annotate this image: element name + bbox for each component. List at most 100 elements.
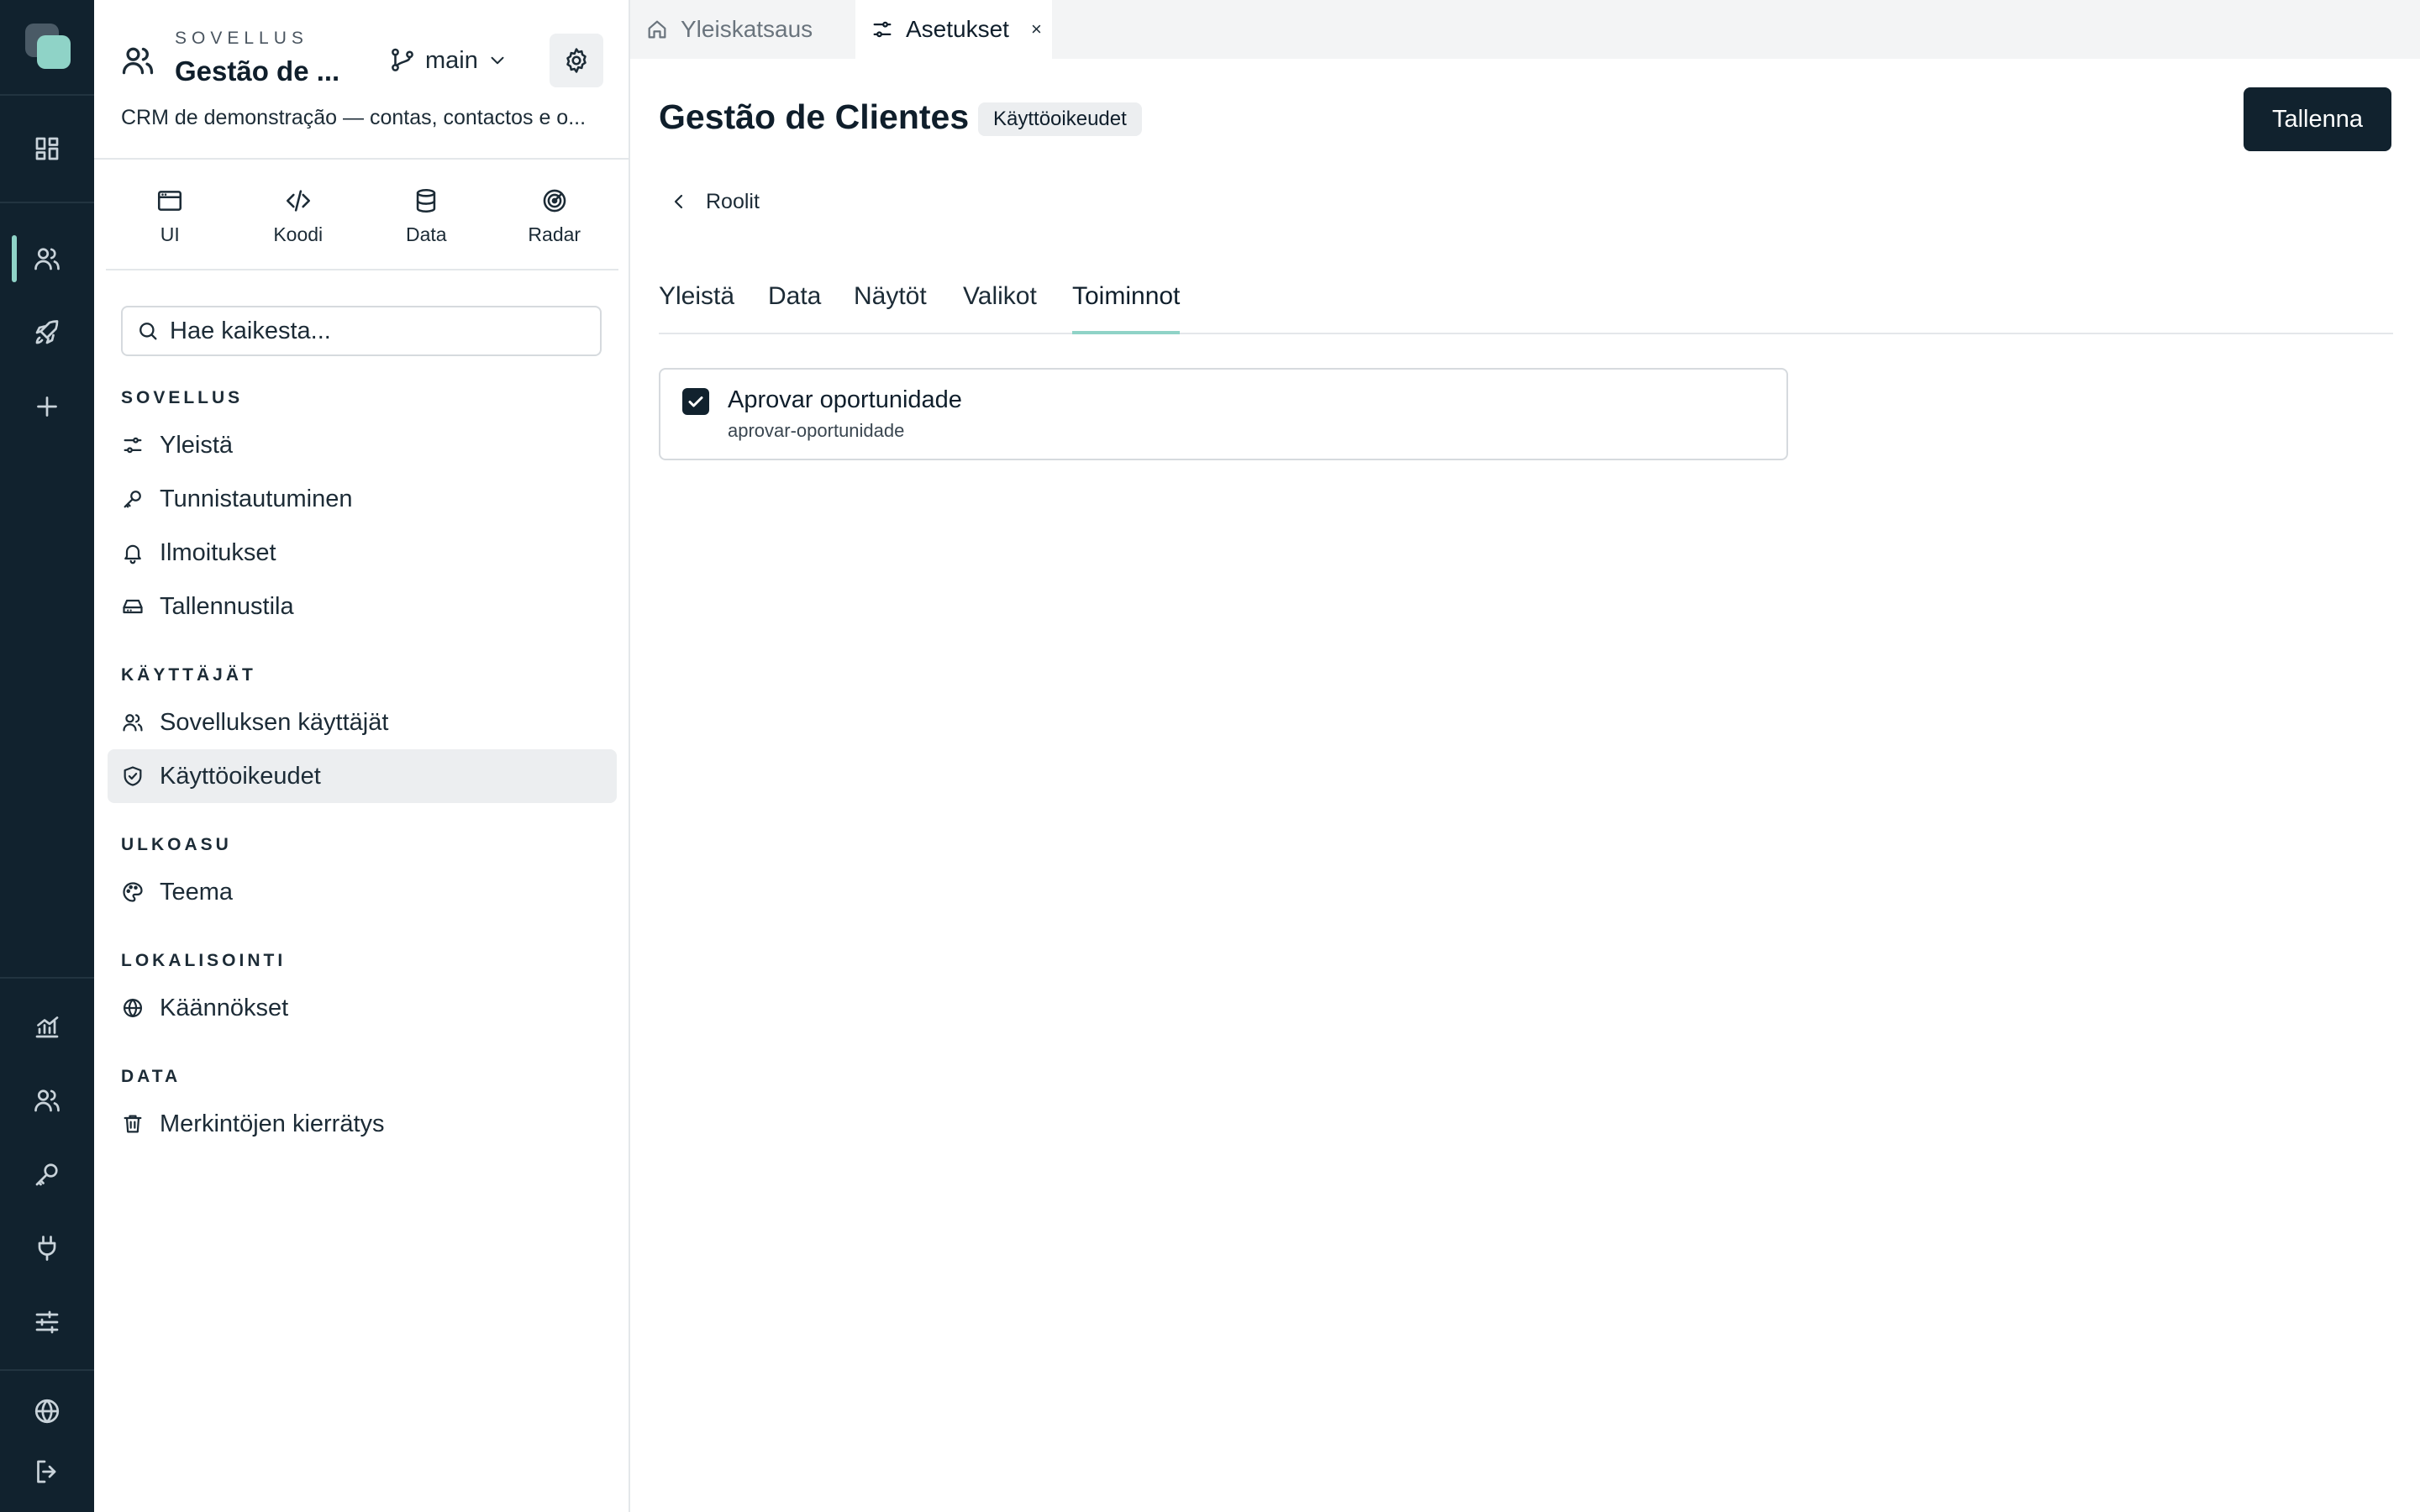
trash-icon [124, 1115, 142, 1133]
sidebar-item-general[interactable]: Yleistä [108, 418, 617, 472]
main-content: Yleiskatsaus Asetukset × Gestão de Clien… [630, 0, 2420, 1512]
shield-check-icon [124, 766, 142, 786]
plus-icon[interactable] [29, 388, 66, 425]
save-button[interactable]: Tallenna [2244, 87, 2391, 151]
section-title-app: SOVELLUS [121, 388, 244, 407]
app-logo[interactable] [24, 22, 71, 69]
back-link[interactable]: Roolit [669, 185, 760, 218]
tab-screens[interactable]: Näytöt [854, 282, 927, 334]
mode-ui[interactable]: UI [106, 163, 234, 269]
radar-icon [543, 189, 566, 212]
role-subtabs: Yleistä Data Näytöt Valikot Toiminnot [659, 277, 2393, 334]
tab-label: Yleiskatsaus [681, 16, 813, 42]
section-title-data: DATA [121, 1067, 182, 1086]
sidebar-item-label: Käännökset [160, 994, 289, 1021]
plug-icon[interactable] [29, 1230, 66, 1267]
git-branch-icon [392, 48, 413, 71]
dashboard-icon[interactable] [29, 130, 66, 167]
permission-title: Aprovar oportunidade [728, 386, 962, 413]
mode-label: UI [160, 223, 180, 245]
search-icon [139, 323, 157, 340]
rail-active-indicator [12, 235, 17, 282]
sidebar-item-recycle-bin[interactable]: Merkintöjen kierrätys [108, 1097, 617, 1151]
globe-icon[interactable] [29, 1393, 66, 1430]
settings-sliders-icon[interactable] [29, 1304, 66, 1341]
section-title-localization: LOKALISOINTI [121, 951, 287, 970]
gear-icon [566, 48, 587, 73]
users-icon [123, 714, 143, 732]
app-header: SOVELLUS Gestão de ... main CRM de demon… [94, 0, 629, 160]
mode-data[interactable]: Data [362, 163, 491, 269]
section-title-users: KÄYTTÄJÄT [121, 665, 256, 685]
sidebar-item-authentication[interactable]: Tunnistautuminen [108, 472, 617, 526]
users-icon [119, 42, 156, 79]
bell-icon [124, 544, 141, 564]
analytics-icon[interactable] [29, 1008, 66, 1045]
tab-data[interactable]: Data [768, 282, 821, 334]
sidebar-item-permissions[interactable]: Käyttöoikeudet [108, 749, 617, 803]
section-title-appearance: ULKOASU [121, 835, 232, 854]
sliders-icon [124, 437, 142, 454]
sidebar-item-app-users[interactable]: Sovelluksen käyttäjät [108, 696, 617, 749]
code-icon [286, 189, 310, 212]
rail-divider [0, 1369, 94, 1371]
logo-square-front [37, 35, 71, 69]
mode-code[interactable]: Koodi [234, 163, 363, 269]
sidebar-item-label: Käyttöoikeudet [160, 762, 321, 790]
icon-rail [0, 0, 94, 1512]
hard-drive-icon [123, 599, 143, 614]
permission-row[interactable]: Aprovar oportunidade aprovar-oportunidad… [659, 368, 1788, 460]
mode-label: Data [405, 223, 447, 245]
tab-label: Asetukset [906, 16, 1009, 42]
app-name: Gestão de ... [175, 55, 340, 87]
app-description: CRM de demonstração — contas, contactos … [121, 106, 587, 129]
sliders-icon [873, 21, 892, 38]
tab-menus[interactable]: Valikot [963, 282, 1037, 334]
tab-actions[interactable]: Toiminnot [1072, 282, 1181, 334]
home-icon [648, 20, 666, 39]
sidebar-item-label: Sovelluksen käyttäjät [160, 708, 389, 736]
team-icon[interactable] [29, 1082, 66, 1119]
permission-checkbox[interactable] [682, 388, 709, 415]
search-box [121, 306, 602, 356]
palette-icon [123, 882, 143, 902]
sidebar-item-label: Teema [160, 878, 234, 906]
mode-label: Koodi [273, 223, 324, 245]
key-icon[interactable] [29, 1156, 66, 1193]
mode-switcher: UI Koodi Data Radar [106, 163, 618, 270]
permission-key: aprovar-oportunidade [728, 420, 905, 441]
settings-sidebar: SOVELLUS Gestão de ... main CRM de demon… [94, 0, 630, 1512]
users-icon[interactable] [29, 240, 66, 277]
rocket-icon[interactable] [29, 314, 66, 351]
database-icon [417, 188, 436, 213]
chevron-down-icon [491, 56, 504, 65]
mode-radar[interactable]: Radar [491, 163, 619, 269]
rail-divider [0, 977, 94, 979]
sidebar-item-notifications[interactable]: Ilmoitukset [108, 526, 617, 580]
sidebar-item-label: Merkintöjen kierrätys [160, 1110, 385, 1137]
search-input[interactable] [170, 317, 590, 345]
rail-divider [0, 202, 94, 203]
sidebar-item-storage[interactable]: Tallennustila [108, 580, 617, 633]
tab-general[interactable]: Yleistä [659, 282, 734, 334]
tab-overview[interactable]: Yleiskatsaus [630, 0, 855, 59]
close-tab-icon[interactable]: × [1031, 18, 1042, 40]
page-title: Gestão de Clientes [659, 97, 970, 136]
sidebar-item-theme[interactable]: Teema [108, 865, 617, 919]
branch-selector[interactable]: main [388, 42, 508, 79]
rail-divider [0, 94, 94, 96]
app-settings-button[interactable] [550, 34, 603, 87]
key-icon [124, 491, 141, 508]
sidebar-item-translations[interactable]: Käännökset [108, 981, 617, 1035]
chevron-left-icon [674, 194, 683, 209]
sidebar-item-label: Tallennustila [160, 592, 294, 620]
sidebar-item-label: Tunnistautuminen [160, 485, 353, 512]
browser-window-icon [158, 190, 182, 211]
logout-icon[interactable] [29, 1453, 66, 1490]
app-kicker: SOVELLUS [175, 29, 308, 48]
tab-settings[interactable]: Asetukset × [855, 0, 1052, 59]
back-label: Roolit [706, 189, 760, 213]
sidebar-item-label: Ilmoitukset [160, 538, 276, 566]
check-icon [688, 396, 703, 407]
editor-tab-bar: Yleiskatsaus Asetukset × [630, 0, 2420, 59]
